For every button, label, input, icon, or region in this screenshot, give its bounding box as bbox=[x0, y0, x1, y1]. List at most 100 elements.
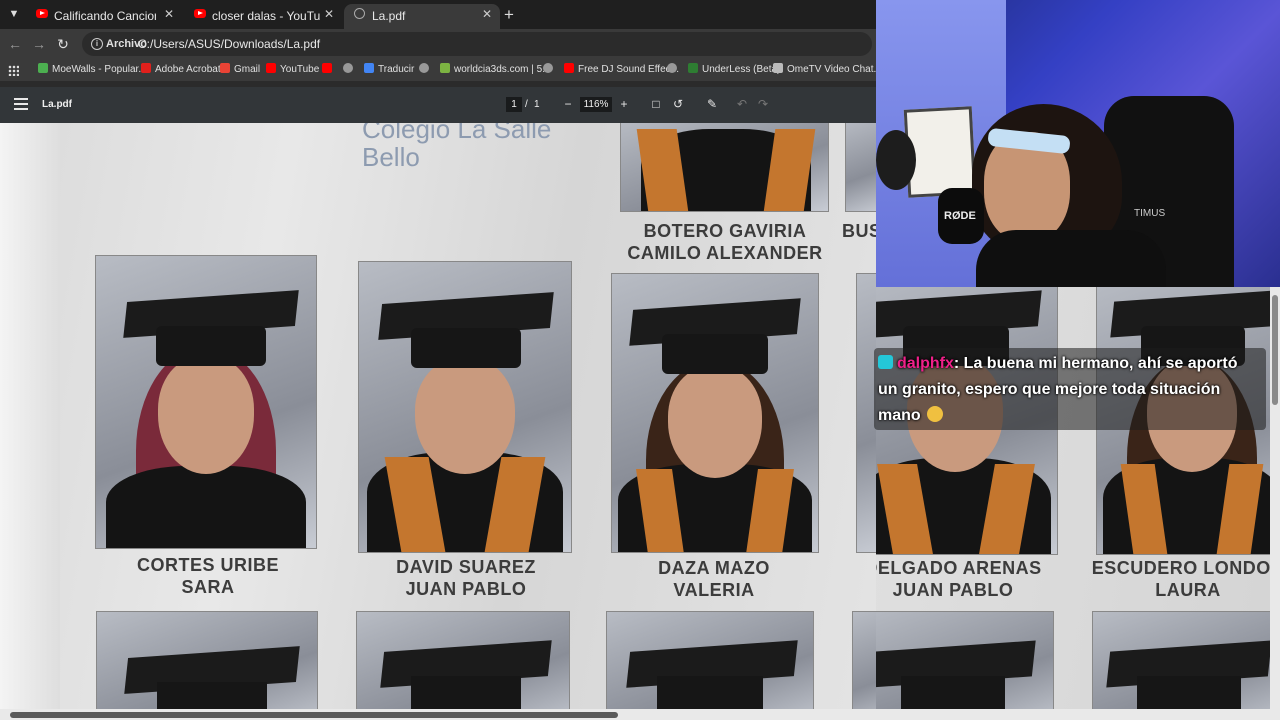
photo-david bbox=[358, 261, 572, 553]
face bbox=[668, 366, 762, 478]
bookmarks-bar: MoeWalls - Popular... Adobe Acrobat Gmai… bbox=[0, 59, 882, 81]
face bbox=[415, 358, 515, 474]
vertical-scrollbar[interactable] bbox=[1270, 287, 1280, 709]
name-line1: DELGADO ARENAS bbox=[876, 558, 1042, 578]
bookmark-globe[interactable] bbox=[343, 63, 357, 77]
bookmark-traducir[interactable]: Traducir bbox=[364, 63, 414, 77]
name-line1: ESCUDERO LONDOÑ bbox=[1091, 558, 1280, 578]
close-icon[interactable]: ✕ bbox=[164, 7, 174, 21]
globe-icon bbox=[354, 8, 365, 19]
bookmark-free-dj[interactable]: Free DJ Sound Effec... bbox=[564, 63, 679, 77]
horizontal-scroll-thumb[interactable] bbox=[10, 712, 618, 718]
name-line1: CORTES URIBE bbox=[136, 555, 279, 575]
webcam-overlay: TIMUS RØDE bbox=[876, 0, 1280, 287]
address-bar[interactable]: Archivo C:/Users/ASUS/Downloads/La.pdf bbox=[82, 32, 872, 56]
school-name: Colegio La Salle Bello bbox=[362, 123, 551, 171]
tab-calificando[interactable]: Calificando Canciones de Youtu ✕ bbox=[26, 4, 182, 29]
pray-emoji-icon bbox=[927, 406, 944, 422]
bookmark-label: Gmail bbox=[234, 64, 261, 75]
globe-icon bbox=[419, 63, 429, 73]
page-number-input[interactable]: 1 bbox=[506, 97, 522, 112]
bookmark-worldcia3ds[interactable]: worldcia3ds.com | 5... bbox=[440, 63, 551, 77]
student-name-daza: DAZA MAZO VALERIA bbox=[603, 557, 825, 601]
screen: ▼ Calificando Canciones de Youtu ✕ close… bbox=[0, 0, 1280, 720]
chat-badge-icon bbox=[878, 355, 893, 369]
fit-page-icon[interactable]: □ bbox=[649, 97, 663, 111]
acrobat-icon bbox=[141, 63, 151, 73]
tab-title: La.pdf bbox=[372, 9, 406, 23]
globe-icon bbox=[543, 63, 553, 73]
globe-icon bbox=[343, 63, 353, 73]
bookmark-globe-4[interactable] bbox=[667, 63, 681, 77]
vertical-scroll-thumb[interactable] bbox=[1272, 295, 1278, 405]
bookmark-globe-2[interactable] bbox=[419, 63, 433, 77]
undo-icon[interactable]: ↶ bbox=[735, 97, 749, 111]
mic-label: RØDE bbox=[944, 210, 976, 222]
close-icon[interactable]: ✕ bbox=[324, 7, 334, 21]
bookmark-adobe-acrobat[interactable]: Adobe Acrobat bbox=[141, 63, 221, 77]
tab-title: closer dalas - YouTube bbox=[212, 9, 320, 23]
bookmark-moewalls[interactable]: MoeWalls - Popular... bbox=[38, 63, 147, 77]
horizontal-scrollbar[interactable] bbox=[0, 709, 1280, 720]
photo-row2-5 bbox=[1092, 611, 1280, 720]
tab-la-pdf[interactable]: La.pdf ✕ bbox=[344, 4, 500, 29]
photo-cortes bbox=[95, 255, 317, 549]
page-separator: / bbox=[525, 99, 528, 110]
zoom-out-icon[interactable]: − bbox=[561, 97, 575, 111]
name-line2: JUAN PABLO bbox=[405, 579, 527, 599]
student-name-delgado: DELGADO ARENAS JUAN PABLO bbox=[876, 557, 1054, 601]
gmail-icon bbox=[220, 63, 230, 73]
youtube-icon bbox=[322, 63, 332, 73]
student-name-partial: BUS bbox=[842, 221, 876, 241]
photo-botero bbox=[620, 123, 829, 212]
rotate-icon[interactable]: ↺ bbox=[671, 97, 685, 111]
menu-icon[interactable] bbox=[14, 98, 28, 110]
bookmark-globe-3[interactable] bbox=[543, 63, 557, 77]
zoom-input[interactable]: 116% bbox=[580, 97, 612, 112]
name-line1: DAZA MAZO bbox=[658, 558, 770, 578]
chat-text: dalphfx: La buena mi hermano, ahí se apo… bbox=[878, 351, 1260, 429]
photo-daza bbox=[611, 273, 819, 553]
pdf-filename: La.pdf bbox=[42, 99, 72, 110]
tab-closer-dalas[interactable]: closer dalas - YouTube ✕ bbox=[184, 4, 342, 29]
back-icon[interactable]: ← bbox=[6, 35, 24, 53]
chat-message: dalphfx: La buena mi hermano, ahí se apo… bbox=[874, 348, 1266, 430]
bookmark-label: Traducir bbox=[378, 64, 415, 75]
cam-plush bbox=[876, 130, 916, 190]
tab-strip: ▼ Calificando Canciones de Youtu ✕ close… bbox=[0, 0, 876, 29]
address-url[interactable]: C:/Users/ASUS/Downloads/La.pdf bbox=[138, 35, 320, 53]
bookmark-youtube-2[interactable] bbox=[322, 63, 336, 77]
bookmark-youtube[interactable]: YouTube bbox=[266, 63, 319, 77]
pdf-page: Colegio La Salle Bello BOTERO GAVIRIA CA… bbox=[0, 123, 876, 720]
face bbox=[158, 356, 254, 474]
name-line2: VALERIA bbox=[673, 580, 755, 600]
page-margin bbox=[0, 123, 60, 720]
cap bbox=[662, 334, 768, 374]
zoom-in-icon[interactable]: + bbox=[617, 97, 631, 111]
bookmark-ometv[interactable]: OmeTV Video Chat... bbox=[773, 63, 882, 77]
photo-row2-2 bbox=[356, 611, 570, 720]
name-line1: BOTERO GAVIRIA bbox=[643, 221, 807, 241]
tab-search-icon[interactable]: ▼ bbox=[6, 6, 22, 22]
bookmark-label: Adobe Acrobat bbox=[155, 64, 221, 75]
moewalls-icon bbox=[38, 63, 48, 73]
reload-icon[interactable]: ↻ bbox=[54, 35, 72, 53]
new-tab-icon[interactable]: + bbox=[504, 5, 514, 25]
tab-title: Calificando Canciones de Youtu bbox=[54, 9, 156, 23]
chat-username: dalphfx bbox=[897, 355, 954, 372]
student-name-david: DAVID SUAREZ JUAN PABLO bbox=[355, 556, 577, 600]
photo-delgado-partial bbox=[856, 273, 876, 553]
bookmark-label: MoeWalls - Popular... bbox=[52, 64, 147, 75]
student-name-cortes: CORTES URIBE SARA bbox=[98, 554, 318, 598]
total-pages: 1 bbox=[534, 99, 540, 110]
forward-icon[interactable]: → bbox=[30, 35, 48, 53]
bookmark-underless[interactable]: UnderLess (Beta) bbox=[688, 63, 780, 77]
student-name-botero: BOTERO GAVIRIA CAMILO ALEXANDER bbox=[612, 220, 838, 264]
chair-label: TIMUS bbox=[1134, 208, 1166, 219]
annotate-icon[interactable]: ✎ bbox=[705, 97, 719, 111]
bookmark-gmail[interactable]: Gmail bbox=[220, 63, 260, 77]
apps-icon[interactable] bbox=[8, 65, 19, 76]
redo-icon[interactable]: ↷ bbox=[756, 97, 770, 111]
youtube-icon bbox=[564, 63, 574, 73]
close-icon[interactable]: ✕ bbox=[482, 7, 492, 21]
